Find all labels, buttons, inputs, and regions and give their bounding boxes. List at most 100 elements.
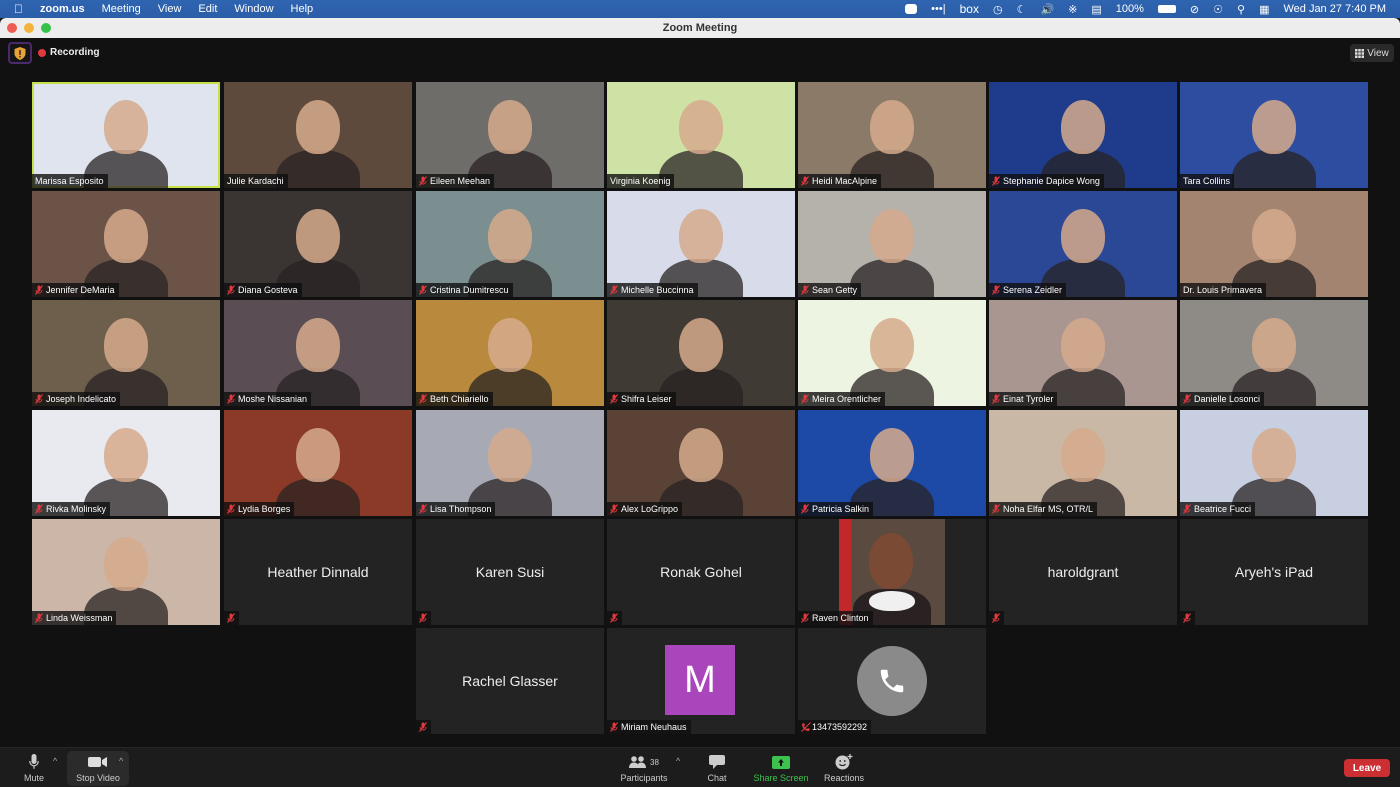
- mic-muted-icon: [610, 504, 618, 514]
- participant-tile[interactable]: Karen Susi: [416, 519, 604, 625]
- recording-dot-icon: [38, 48, 46, 57]
- participant-nametag: Stephanie Dapice Wong: [989, 174, 1104, 188]
- participant-tile[interactable]: Beatrice Fucci: [1180, 410, 1368, 516]
- clock-datetime[interactable]: Wed Jan 27 7:40 PM: [1283, 3, 1386, 15]
- participant-tile[interactable]: Shifra Leiser: [607, 300, 795, 406]
- participant-video-feed: [104, 428, 148, 482]
- participant-tile[interactable]: Serena Zeidler: [989, 191, 1177, 297]
- do-not-disturb-icon[interactable]: ☾: [1017, 3, 1027, 16]
- participant-tile[interactable]: Danielle Losonci: [1180, 300, 1368, 406]
- spotlight-search-icon[interactable]: ⚲: [1237, 3, 1245, 16]
- participant-tile[interactable]: Tara Collins: [1180, 82, 1368, 188]
- participant-tile[interactable]: Aryeh's iPad: [1180, 519, 1368, 625]
- participant-tile[interactable]: Michelle Buccinna: [607, 191, 795, 297]
- close-window-button[interactable]: [7, 23, 17, 33]
- participant-name: Julie Kardachi: [227, 176, 284, 186]
- mic-muted-icon: [227, 504, 235, 514]
- volume-icon[interactable]: 🔊: [1040, 3, 1054, 16]
- participants-button[interactable]: 38 Participants: [616, 751, 672, 786]
- participant-nametag: Heidi MacAlpine: [798, 174, 882, 188]
- apple-menu-icon[interactable]: : [14, 2, 23, 16]
- participant-tile[interactable]: Meira Orentlicher: [798, 300, 986, 406]
- participant-video-feed: [296, 209, 340, 263]
- participant-name: Diana Gosteva: [238, 285, 298, 295]
- participant-tile[interactable]: Lydia Borges: [224, 410, 412, 516]
- participant-tile[interactable]: Dr. Louis Primavera: [1180, 191, 1368, 297]
- display-icon[interactable]: ▤: [1091, 3, 1101, 16]
- participant-tile[interactable]: Heather Dinnald: [224, 519, 412, 625]
- participant-name: Einat Tyroler: [1003, 394, 1054, 404]
- time-machine-icon[interactable]: ◷: [993, 3, 1003, 16]
- bluetooth-icon[interactable]: ※: [1068, 3, 1077, 16]
- recording-indicator[interactable]: Recording: [38, 47, 99, 58]
- participants-caret-icon[interactable]: ^: [676, 756, 680, 766]
- video-options-caret-icon[interactable]: ^: [119, 756, 123, 766]
- participant-tile[interactable]: Beth Chiariello: [416, 300, 604, 406]
- menu-window[interactable]: Window: [234, 3, 273, 15]
- participant-tile[interactable]: Patricia Salkin: [798, 410, 986, 516]
- participant-tile[interactable]: Ronak Gohel: [607, 519, 795, 625]
- view-button[interactable]: View: [1350, 44, 1394, 62]
- participant-tile[interactable]: Jennifer DeMaria: [32, 191, 220, 297]
- participant-video-feed: [870, 100, 914, 154]
- mic-muted-icon: [992, 394, 1000, 404]
- participant-tile[interactable]: Sean Getty: [798, 191, 986, 297]
- mic-muted-icon: [419, 722, 427, 732]
- mic-muted-icon: [801, 394, 809, 404]
- participant-tile[interactable]: Joseph Indelicato: [32, 300, 220, 406]
- mic-muted-icon: [419, 504, 427, 514]
- chat-button[interactable]: Chat: [703, 751, 731, 786]
- reactions-smiley-icon: [835, 754, 853, 770]
- minimize-window-button[interactable]: [24, 23, 34, 33]
- menu-help[interactable]: Help: [291, 3, 314, 15]
- battery-icon[interactable]: [1157, 5, 1176, 13]
- menu-view[interactable]: View: [158, 3, 182, 15]
- participant-tile[interactable]: Marissa Esposito: [32, 82, 220, 188]
- participant-tile[interactable]: Diana Gosteva: [224, 191, 412, 297]
- participant-tile[interactable]: Rachel Glasser: [416, 628, 604, 734]
- participant-tile[interactable]: Noha Elfar MS, OTR/L: [989, 410, 1177, 516]
- participant-nametag: Jennifer DeMaria: [32, 283, 119, 297]
- participant-tile[interactable]: haroldgrant: [989, 519, 1177, 625]
- more-status-icon[interactable]: •••|: [931, 3, 945, 15]
- menu-edit[interactable]: Edit: [198, 3, 217, 15]
- participant-tile[interactable]: Julie Kardachi: [224, 82, 412, 188]
- reactions-button[interactable]: Reactions: [822, 751, 866, 786]
- zoom-status-icon[interactable]: [905, 4, 918, 14]
- control-center-icon[interactable]: ▦: [1259, 3, 1269, 16]
- wifi-off-icon[interactable]: ⊘: [1190, 3, 1199, 16]
- participant-tile[interactable]: Moshe Nissanian: [224, 300, 412, 406]
- share-screen-button[interactable]: Share Screen: [751, 751, 811, 786]
- mute-button[interactable]: Mute: [18, 751, 50, 786]
- fullscreen-window-button[interactable]: [41, 23, 51, 33]
- menu-meeting[interactable]: Meeting: [102, 3, 141, 15]
- participant-tile[interactable]: Einat Tyroler: [989, 300, 1177, 406]
- participant-tile[interactable]: Linda Weissman: [32, 519, 220, 625]
- participant-tile[interactable]: Virginia Koenig: [607, 82, 795, 188]
- mic-muted-icon: [1183, 613, 1191, 623]
- participant-tile[interactable]: Lisa Thompson: [416, 410, 604, 516]
- leave-button[interactable]: Leave: [1344, 759, 1390, 777]
- microphone-icon: [29, 754, 39, 769]
- menu-app-name[interactable]: zoom.us: [40, 3, 85, 15]
- participant-tile[interactable]: M Miriam Neuhaus: [607, 628, 795, 734]
- security-shield-button[interactable]: [8, 42, 32, 64]
- participant-tile[interactable]: Raven Clinton: [798, 519, 986, 625]
- participant-tile[interactable]: Stephanie Dapice Wong: [989, 82, 1177, 188]
- participant-tile[interactable]: Rivka Molinsky: [32, 410, 220, 516]
- user-icon[interactable]: ☉: [1213, 3, 1223, 16]
- participant-tile[interactable]: Cristina Dumitrescu: [416, 191, 604, 297]
- participant-tile[interactable]: Heidi MacAlpine: [798, 82, 986, 188]
- participant-tile[interactable]: Alex LoGrippo: [607, 410, 795, 516]
- box-status-icon[interactable]: box: [960, 2, 979, 16]
- participant-video-feed: [488, 100, 532, 154]
- audio-options-caret-icon[interactable]: ^: [53, 756, 57, 766]
- participant-video-feed: [679, 318, 723, 372]
- participant-tile[interactable]: Eileen Meehan: [416, 82, 604, 188]
- participant-tile[interactable]: 13473592292: [798, 628, 986, 734]
- mic-muted-icon: [419, 176, 427, 186]
- participant-nametag: Rivka Molinsky: [32, 502, 111, 516]
- participant-nametag: Lydia Borges: [224, 502, 295, 516]
- participant-nametag: Noha Elfar MS, OTR/L: [989, 502, 1098, 516]
- participant-video-feed: [1061, 428, 1105, 482]
